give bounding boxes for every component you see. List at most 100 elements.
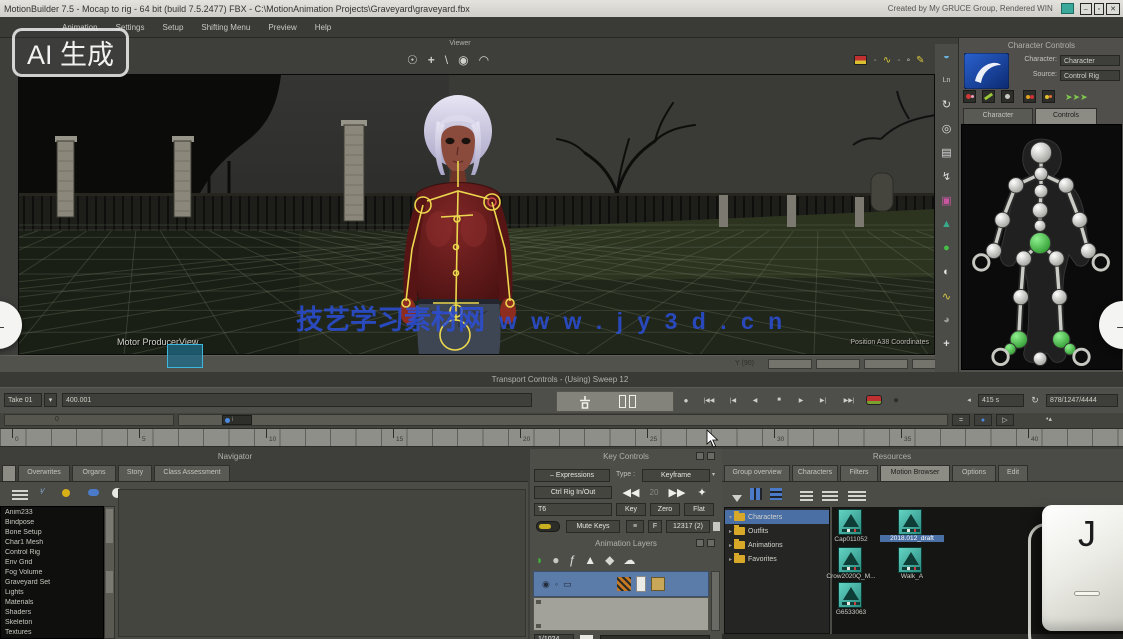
columns-view-icon[interactable] — [750, 487, 762, 505]
dot2-icon[interactable]: ◦ — [555, 579, 558, 589]
tree-item[interactable]: Char1 Mesh — [1, 539, 103, 549]
tiny-icon[interactable] — [713, 522, 720, 531]
keyframe-icon[interactable] — [854, 55, 867, 65]
status-segment[interactable] — [816, 359, 860, 369]
curve-icon[interactable]: ∿ — [883, 55, 891, 66]
status-segment[interactable] — [864, 359, 908, 369]
play-button[interactable]: ▶ — [792, 393, 810, 407]
squiggle-icon[interactable]: ∿ — [936, 284, 957, 308]
tab-filters[interactable]: Filters — [840, 465, 878, 481]
joint[interactable] — [1016, 251, 1031, 266]
hamburger2-icon[interactable] — [848, 488, 866, 506]
select-tool-icon[interactable]: ◉ — [458, 53, 468, 67]
filter-icon[interactable] — [732, 489, 742, 507]
expressions-dropdown[interactable]: – Expressions — [534, 469, 610, 482]
take-dropdown-arrow[interactable]: ▾ — [44, 393, 57, 407]
loop-toggle-icon[interactable]: ● — [888, 393, 904, 407]
joint[interactable] — [1008, 178, 1023, 193]
detail-view-icon[interactable] — [822, 488, 838, 506]
panel-button[interactable] — [707, 452, 715, 460]
function-icon[interactable]: ƒ — [569, 553, 576, 567]
joint[interactable] — [1013, 289, 1028, 304]
file-label-selected[interactable]: 2018.012_draft — [880, 535, 944, 542]
layers-list[interactable] — [533, 597, 709, 631]
tree-item[interactable]: Bone Setup — [1, 529, 103, 539]
next-key-button[interactable]: ▶| — [814, 393, 832, 407]
joint[interactable] — [1033, 352, 1046, 365]
next-key-arrows[interactable]: ▶▶ — [664, 484, 690, 500]
thumbnail-icon[interactable] — [617, 577, 631, 591]
joint[interactable] — [1030, 142, 1051, 163]
file-label[interactable]: Cap011052 — [822, 536, 880, 543]
layers-scrollbar[interactable] — [711, 571, 720, 631]
menu-item-preview[interactable]: Preview — [268, 23, 296, 32]
green-arrows-icon[interactable]: ➤➤➤ — [1065, 92, 1088, 103]
resources-folder-tree[interactable]: ▾Characters ▸Outfits ▸Animations ▸Favori… — [724, 507, 830, 634]
tree-item[interactable]: Bindpose — [1, 519, 103, 529]
folder-row-selected[interactable]: ▾Characters — [725, 510, 829, 524]
menu-item-shifting[interactable]: Shifting Menu — [201, 23, 250, 32]
small-field-3[interactable]: 12317 (2) — [666, 520, 710, 533]
tiny-arrow-icon[interactable]: ◂ — [964, 394, 974, 406]
tab-sliver[interactable] — [2, 465, 16, 481]
tree-item[interactable]: Control Rig — [1, 549, 103, 559]
move-tool-icon[interactable]: + — [428, 53, 435, 67]
rotate-tool-icon[interactable]: ☉ — [407, 53, 418, 67]
cloud-icon[interactable]: ☁ — [623, 553, 635, 567]
joint[interactable] — [1052, 289, 1067, 304]
tree-item[interactable]: Shaders — [1, 609, 103, 619]
rect-icon[interactable]: ▭ — [563, 579, 572, 590]
file-label[interactable]: Crow2020Q_M... — [818, 573, 884, 580]
minimize-button[interactable]: – — [1080, 3, 1092, 15]
tab-motion-browser[interactable]: Motion Browser — [880, 465, 950, 481]
close-button[interactable]: ✕ — [1106, 3, 1120, 15]
track-toggle[interactable]: i — [222, 415, 252, 425]
joint[interactable] — [1034, 167, 1047, 180]
footer-white-box[interactable] — [580, 635, 593, 639]
tree-icon[interactable]: ▲ — [936, 212, 957, 236]
menu-item-setup[interactable]: Setup — [162, 23, 183, 32]
character-skeleton-view[interactable] — [961, 124, 1122, 370]
tree-item[interactable]: Skeleton — [1, 619, 103, 629]
pen-tool-icon[interactable]: \ — [445, 53, 448, 67]
tree-item[interactable]: Fog Volume — [1, 569, 103, 579]
play-toggle[interactable]: ▷ — [996, 414, 1014, 426]
file-thumbnail[interactable] — [838, 547, 862, 573]
key-button[interactable]: Key — [616, 503, 646, 516]
green-half-icon[interactable]: ◗ — [536, 553, 543, 567]
sphere-icon[interactable]: ◐ — [936, 260, 957, 284]
panel-button[interactable] — [696, 539, 704, 547]
tab-class-assessment[interactable]: Class Assessment — [154, 465, 230, 481]
arc-tool-icon[interactable]: ◠ — [479, 53, 489, 67]
file-thumbnail[interactable] — [898, 547, 922, 573]
filter-count-icon[interactable]: ¹⁄ — [40, 487, 44, 496]
take-selector[interactable]: Take 01 — [4, 393, 42, 407]
type-dropdown-arrow[interactable]: ▾ — [712, 471, 715, 478]
source-field-value[interactable]: Control Rig — [1060, 70, 1120, 81]
tab-story[interactable]: Story — [118, 465, 152, 481]
tree-item[interactable]: Textures — [1, 629, 103, 639]
pencil-icon[interactable]: ✎ — [916, 55, 924, 66]
joint[interactable] — [1049, 251, 1064, 266]
list-view-icon[interactable] — [800, 488, 813, 506]
go-to-end-button[interactable]: ▶▶| — [838, 393, 860, 407]
frame-field[interactable]: 878/1247/4444 — [1046, 394, 1118, 407]
blue-filter-dot[interactable] — [88, 489, 99, 496]
tree-item[interactable]: Env Grid — [1, 559, 103, 569]
lightning-icon[interactable]: ↯ — [936, 164, 957, 188]
dot-toggle[interactable]: ● — [974, 414, 992, 426]
target-icon[interactable]: ◎ — [936, 116, 957, 140]
marker-icon[interactable]: •▴ — [1046, 415, 1052, 423]
clipboard-icon[interactable]: ▤ — [936, 140, 957, 164]
folder-row[interactable]: ▸Outfits — [725, 524, 829, 538]
rows-view-icon[interactable] — [770, 487, 782, 505]
speed-field[interactable]: 415 s — [978, 394, 1024, 407]
hamburger-icon[interactable] — [12, 487, 28, 505]
joint[interactable] — [995, 212, 1010, 227]
yellow-toggle[interactable] — [536, 521, 560, 532]
t scrollbar[interactable] — [104, 506, 115, 639]
track-bar[interactable] — [178, 414, 948, 426]
panel-button[interactable] — [707, 539, 715, 547]
small-field-1[interactable]: ≡ — [626, 520, 644, 533]
effector-ring[interactable] — [993, 349, 1008, 364]
